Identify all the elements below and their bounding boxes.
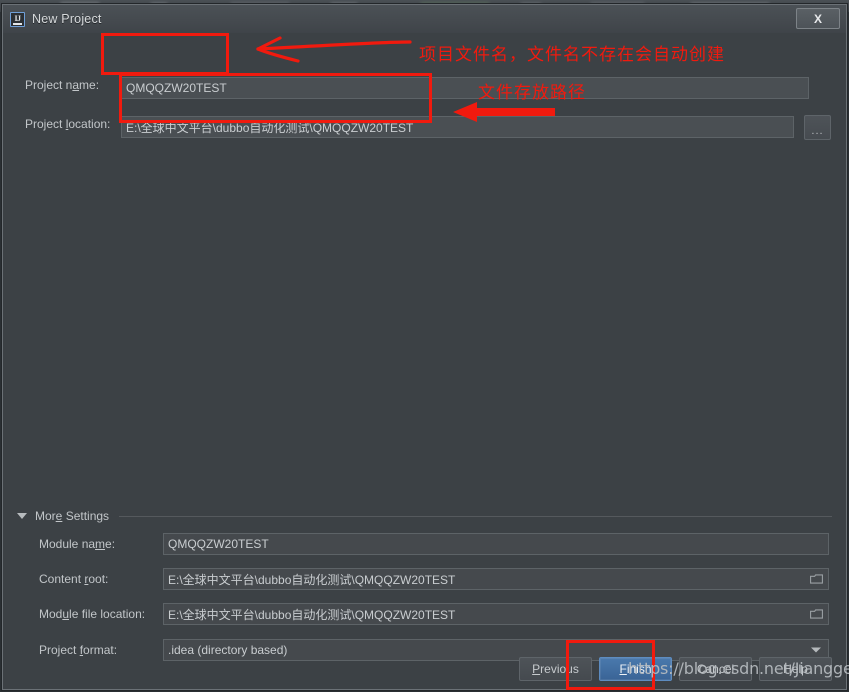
content-root-label: Content root: — [39, 572, 109, 586]
dialog-title: New Project — [32, 12, 102, 26]
content-root-input[interactable]: E:\全球中文平台\dubbo自动化测试\QMQQZW20TEST — [163, 568, 829, 590]
chevron-down-icon — [17, 513, 27, 519]
project-location-value: E:\全球中文平台\dubbo自动化测试\QMQQZW20TEST — [126, 120, 414, 135]
project-name-label: Project name: — [25, 78, 100, 92]
content-root-value: E:\全球中文平台\dubbo自动化测试\QMQQZW20TEST — [168, 572, 456, 587]
browse-location-button[interactable]: ... — [804, 115, 831, 140]
module-file-location-label-row: Module file location: — [39, 607, 145, 621]
module-name-input[interactable]: QMQQZW20TEST — [163, 533, 829, 555]
module-name-label-row: Module name: — [39, 537, 115, 551]
intellij-idea-icon — [10, 11, 25, 27]
project-name-value: QMQQZW20TEST — [126, 81, 227, 95]
project-format-label-row: Project format: — [39, 643, 117, 657]
module-name-label: Module name: — [39, 537, 116, 551]
dialog-titlebar: New Project X — [3, 5, 846, 33]
project-name-row: Project name: — [25, 78, 125, 92]
more-settings-toggle[interactable]: More Settings — [17, 509, 832, 523]
close-button[interactable]: X — [796, 8, 840, 29]
project-location-label: Project location: — [25, 117, 111, 131]
project-format-value: .idea (directory based) — [168, 643, 288, 657]
module-file-location-input[interactable]: E:\全球中文平台\dubbo自动化测试\QMQQZW20TEST — [163, 603, 829, 625]
previous-button[interactable]: Previous — [519, 657, 592, 681]
module-name-value: QMQQZW20TEST — [168, 537, 269, 551]
project-name-input[interactable]: QMQQZW20TEST — [121, 77, 809, 99]
chevron-down-icon[interactable] — [811, 647, 821, 653]
content-root-label-row: Content root: — [39, 572, 108, 586]
project-format-label: Project format: — [39, 643, 118, 657]
module-file-location-label: Module file location: — [39, 607, 146, 621]
folder-icon[interactable] — [810, 609, 823, 619]
ellipsis-icon: ... — [811, 125, 824, 137]
dialog-content: Project name: QMQQZW20TEST Project locat… — [3, 33, 846, 689]
new-project-dialog: New Project X Project name: QMQQZW20TEST… — [2, 4, 847, 690]
module-file-location-value: E:\全球中文平台\dubbo自动化测试\QMQQZW20TEST — [168, 607, 456, 622]
more-settings-label: More Settings — [35, 509, 110, 523]
project-location-input[interactable]: E:\全球中文平台\dubbo自动化测试\QMQQZW20TEST — [121, 116, 794, 138]
project-location-row: Project location: — [25, 117, 125, 131]
folder-icon[interactable] — [810, 574, 823, 584]
section-divider — [119, 515, 832, 517]
watermark-url: https://blog.csdn.net/Jiangger11 — [628, 659, 849, 678]
